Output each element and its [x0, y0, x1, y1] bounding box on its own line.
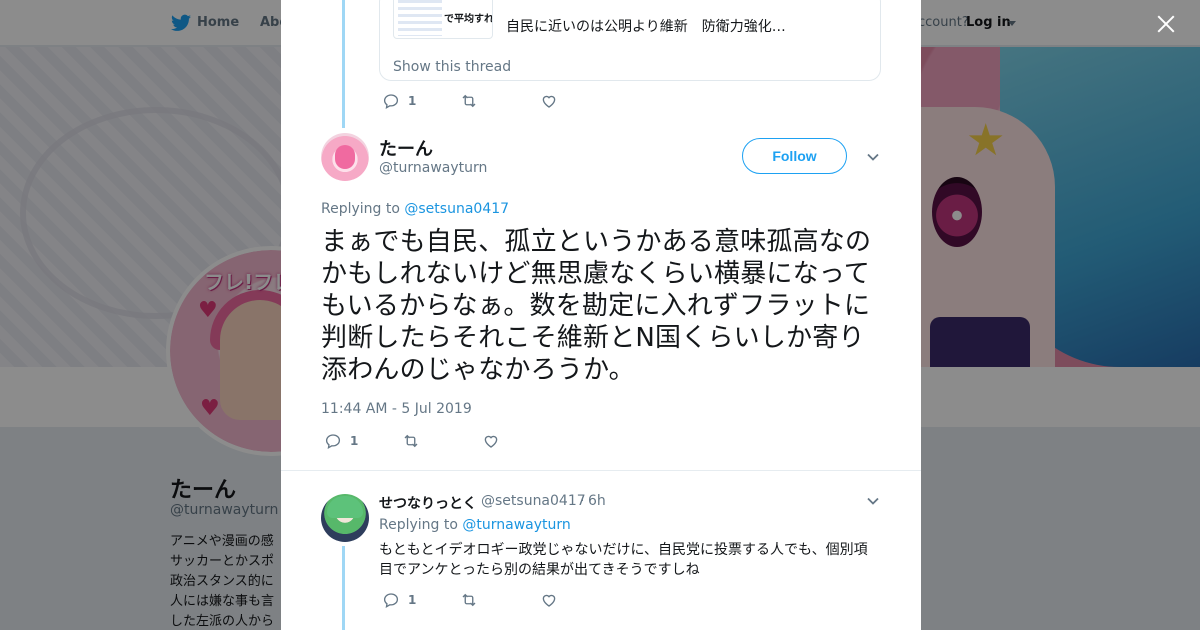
- retweet-icon: [462, 593, 476, 607]
- author-name[interactable]: たーん: [379, 135, 433, 161]
- author-avatar[interactable]: [321, 133, 369, 181]
- replying-to-label: Replying to: [321, 201, 400, 217]
- like-button[interactable]: [540, 92, 558, 110]
- reply-author-avatar[interactable]: [321, 494, 369, 542]
- heart-icon: [542, 95, 556, 108]
- close-icon[interactable]: [1154, 12, 1178, 36]
- reply-count: 1: [350, 434, 359, 448]
- tweet-text: まぁでも自民、孤立というかある意味孤高なのかもしれないけど無思慮なくらい横暴にな…: [321, 227, 872, 385]
- retweet-icon: [462, 94, 476, 108]
- follow-button[interactable]: Follow: [742, 138, 847, 174]
- quoted-tweet-image: で平均すれ: [393, 0, 493, 39]
- tweet-permalink-modal: で平均すれ 自民に近いのは公明より維新 防衛力強化… Show this thr…: [281, 0, 921, 630]
- reply-replying-to-line: Replying to @turnawayturn: [379, 517, 571, 533]
- replying-to-mention[interactable]: @setsuna0417: [404, 201, 509, 217]
- reply-icon: [383, 94, 399, 110]
- reply-timestamp[interactable]: 6h: [588, 493, 606, 509]
- retweet-button[interactable]: [460, 591, 478, 609]
- retweet-button[interactable]: [460, 92, 478, 110]
- tweet-timestamp[interactable]: 11:44 AM - 5 Jul 2019: [321, 401, 472, 417]
- replying-to-mention[interactable]: @turnawayturn: [462, 517, 570, 533]
- like-button[interactable]: [482, 432, 500, 450]
- heart-icon: [542, 594, 556, 607]
- reply-count: 1: [408, 94, 417, 108]
- reply-tweet-text: もともとイデオロギー政党じゃないだけに、自民党に投票する人でも、個別項目でアンケ…: [379, 542, 868, 578]
- replying-to-label: Replying to: [379, 517, 458, 533]
- replying-to-line: Replying to @setsuna0417: [321, 201, 509, 217]
- tweet-divider: [281, 470, 921, 471]
- heart-icon: [484, 435, 498, 448]
- thread-connector-line: [342, 0, 345, 128]
- show-thread-link[interactable]: Show this thread: [393, 59, 511, 75]
- like-button[interactable]: [540, 591, 558, 609]
- reply-author-handle[interactable]: @setsuna0417: [481, 493, 586, 509]
- retweet-button[interactable]: [402, 432, 420, 450]
- reply-icon: [325, 434, 341, 450]
- reply-button[interactable]: 1: [382, 92, 416, 110]
- reply-author-name[interactable]: せつなりっとく: [379, 493, 477, 513]
- reply-icon: [383, 593, 399, 609]
- quoted-tweet-snippet: 自民に近いのは公明より維新 防衛力強化…: [506, 19, 786, 35]
- thread-connector-line: [342, 546, 345, 630]
- quoted-image-table: [398, 0, 442, 36]
- chevron-down-icon[interactable]: [866, 150, 880, 164]
- retweet-icon: [404, 434, 418, 448]
- author-handle[interactable]: @turnawayturn: [379, 160, 487, 176]
- separator-dot: ·: [580, 493, 585, 509]
- reply-button[interactable]: 1: [382, 591, 416, 609]
- quoted-image-text: で平均すれ: [444, 14, 493, 25]
- reply-count: 1: [408, 593, 417, 607]
- chevron-down-icon[interactable]: [866, 494, 880, 508]
- reply-button[interactable]: 1: [324, 432, 358, 450]
